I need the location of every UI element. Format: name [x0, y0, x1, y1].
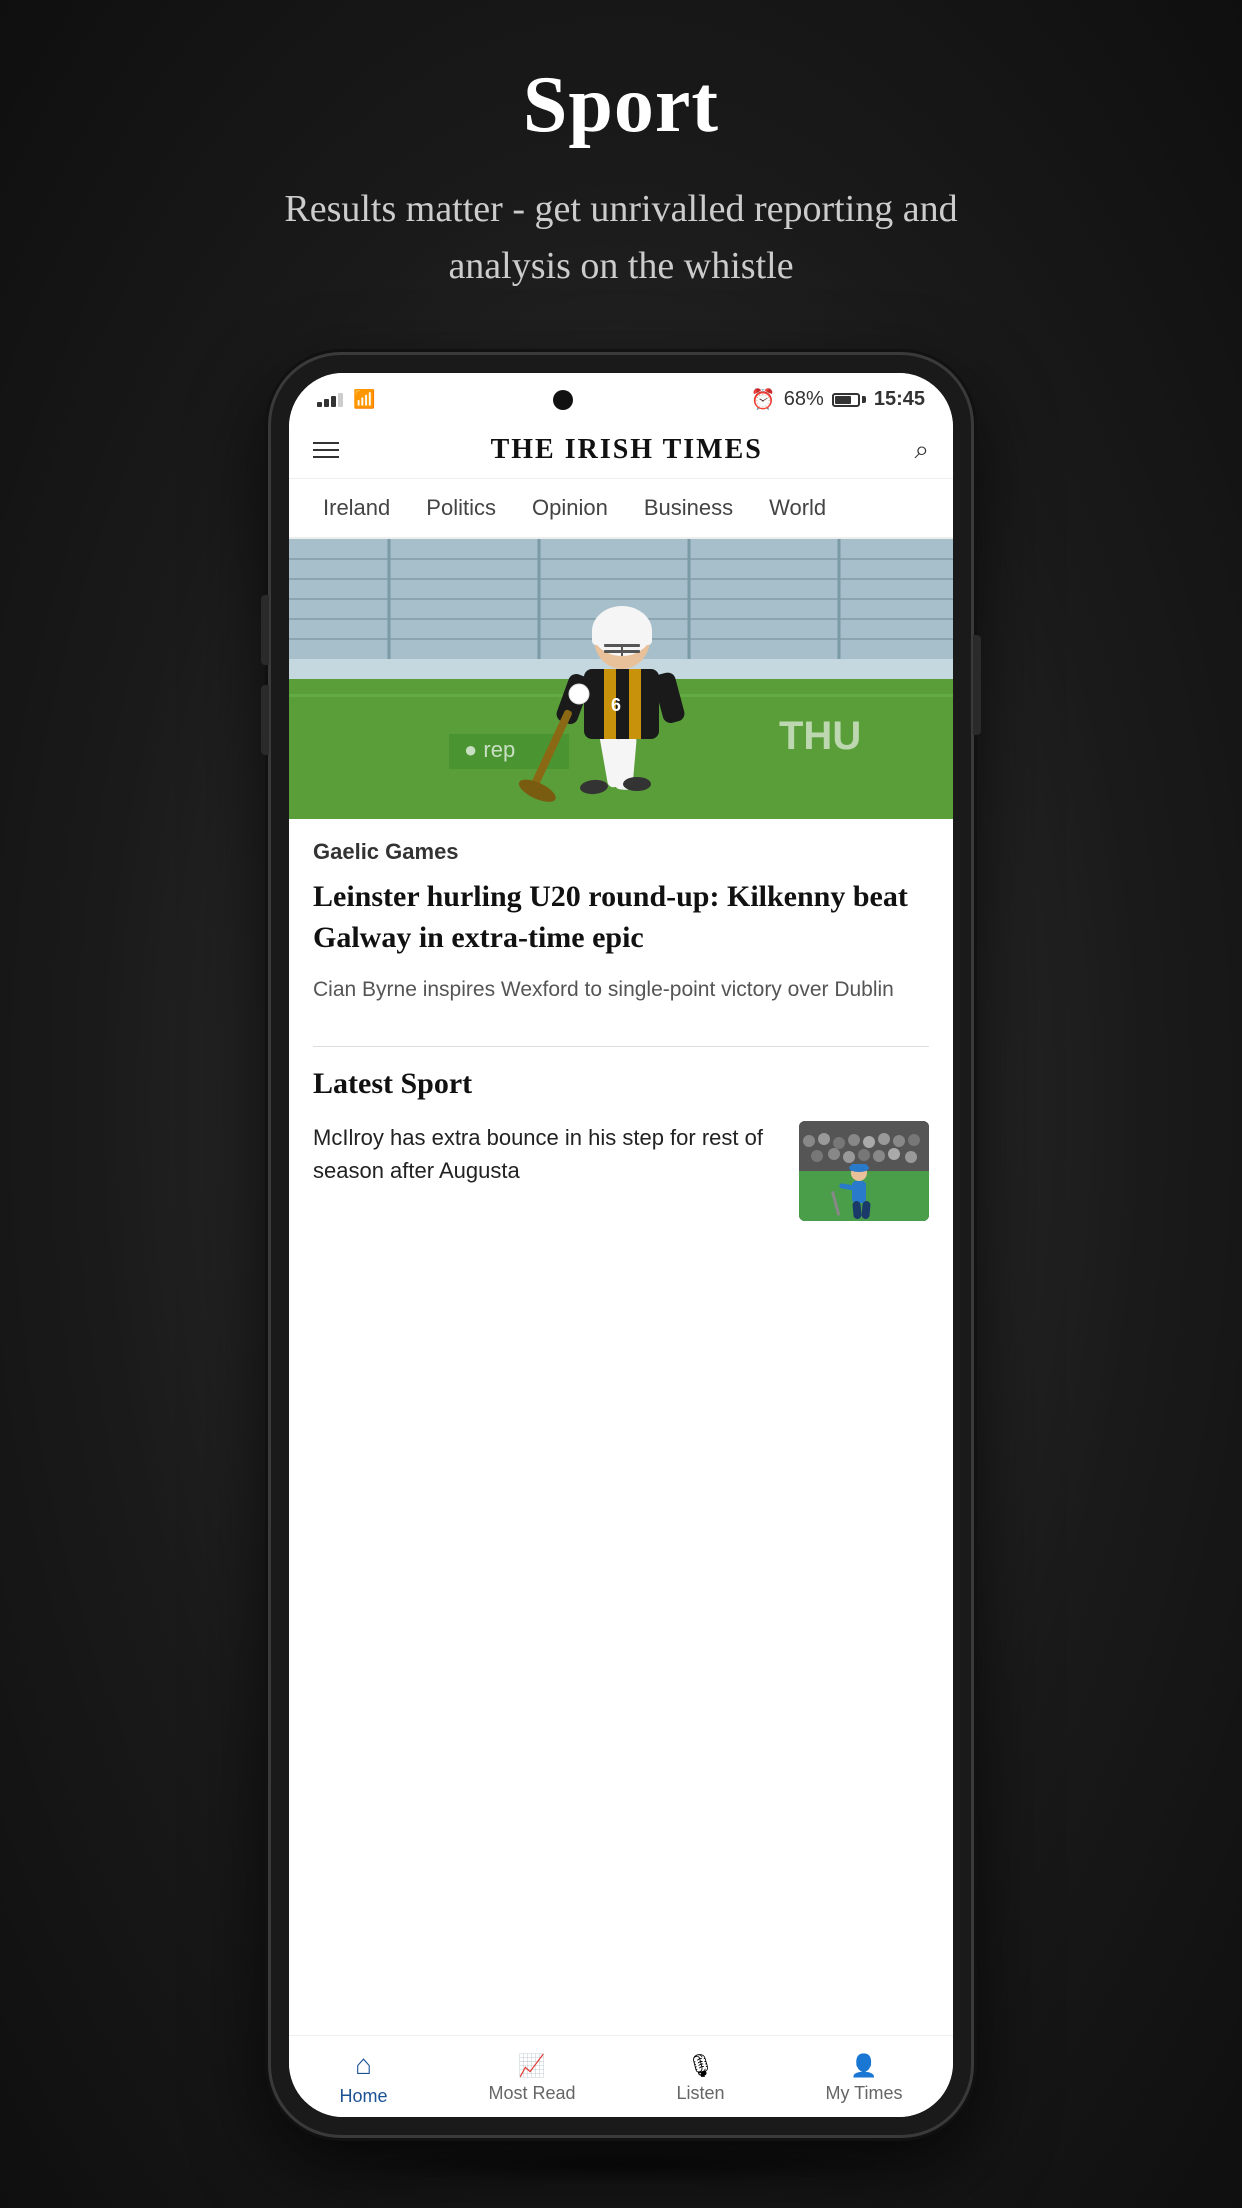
article-content: Gaelic Games Leinster hurling U20 round-… [289, 819, 953, 1026]
nav-most-read[interactable]: 📈 Most Read [488, 2053, 575, 2104]
newspaper-logo: THE IRISH TIMES [491, 434, 763, 466]
bottom-navigation: ⌂ Home 📈 Most Read 🎙 Listen 👤 My Times [289, 2035, 953, 2117]
news-item-text: McIlroy has extra bounce in his step for… [313, 1121, 783, 1187]
search-button[interactable]: ⌕ [914, 435, 929, 466]
nav-listen-label: Listen [676, 2083, 724, 2104]
phone-mockup: 📶 ⏰ 68% 15:45 [271, 355, 971, 2155]
signal-bars-icon [317, 393, 343, 407]
phone-screen: 📶 ⏰ 68% 15:45 [289, 373, 953, 2117]
status-left: 📶 [317, 389, 375, 410]
home-icon: ⌂ [355, 2050, 372, 2082]
svg-text:● rep: ● rep [464, 737, 515, 762]
content-divider [313, 1046, 929, 1047]
wifi-icon: 📶 [353, 389, 375, 410]
nav-my-times-label: My Times [826, 2083, 903, 2104]
nav-most-read-label: Most Read [488, 2083, 575, 2104]
nav-home-label: Home [339, 2086, 387, 2107]
menu-button[interactable] [313, 442, 339, 458]
alarm-icon: ⏰ [751, 387, 776, 412]
category-navigation: Ireland Politics Opinion Business World [289, 479, 953, 539]
listen-icon: 🎙 [687, 2053, 715, 2079]
nav-home[interactable]: ⌂ Home [339, 2050, 387, 2107]
phone-shadow [341, 2145, 901, 2185]
thumbnail-svg [799, 1121, 929, 1221]
category-politics[interactable]: Politics [408, 479, 514, 537]
category-world[interactable]: World [751, 479, 844, 537]
nav-my-times[interactable]: 👤 My Times [826, 2053, 903, 2104]
time-display: 15:45 [874, 388, 925, 411]
page-title: Sport [523, 60, 719, 151]
hero-image[interactable]: THU ● rep [289, 539, 953, 819]
latest-sport-section: Latest Sport McIlroy has extra bounce in… [289, 1067, 953, 1221]
news-item[interactable]: McIlroy has extra bounce in his step for… [313, 1121, 929, 1221]
page-subtitle: Results matter - get unrivalled reportin… [246, 181, 996, 295]
article-summary: Cian Byrne inspires Wexford to single-po… [313, 974, 929, 1006]
nav-listen[interactable]: 🎙 Listen [676, 2053, 724, 2104]
trending-icon: 📈 [518, 2053, 545, 2079]
battery-icon [832, 393, 866, 407]
section-heading: Latest Sport [313, 1067, 929, 1101]
article-category: Gaelic Games [313, 839, 929, 865]
status-right: ⏰ 68% 15:45 [751, 387, 925, 412]
svg-text:6: 6 [611, 695, 621, 715]
profile-icon: 👤 [850, 2053, 877, 2079]
status-bar: 📶 ⏰ 68% 15:45 [289, 373, 953, 422]
category-business[interactable]: Business [626, 479, 751, 537]
article-title[interactable]: Leinster hurling U20 round-up: Kilkenny … [313, 877, 929, 958]
news-item-thumbnail [799, 1121, 929, 1221]
top-navigation: THE IRISH TIMES ⌕ [289, 422, 953, 479]
battery-percent: 68% [784, 388, 824, 411]
category-opinion[interactable]: Opinion [514, 479, 626, 537]
camera-notch [553, 390, 573, 410]
hero-svg: THU ● rep [289, 539, 953, 819]
svg-text:THU: THU [779, 714, 861, 758]
phone-frame: 📶 ⏰ 68% 15:45 [271, 355, 971, 2135]
category-ireland[interactable]: Ireland [305, 479, 408, 537]
